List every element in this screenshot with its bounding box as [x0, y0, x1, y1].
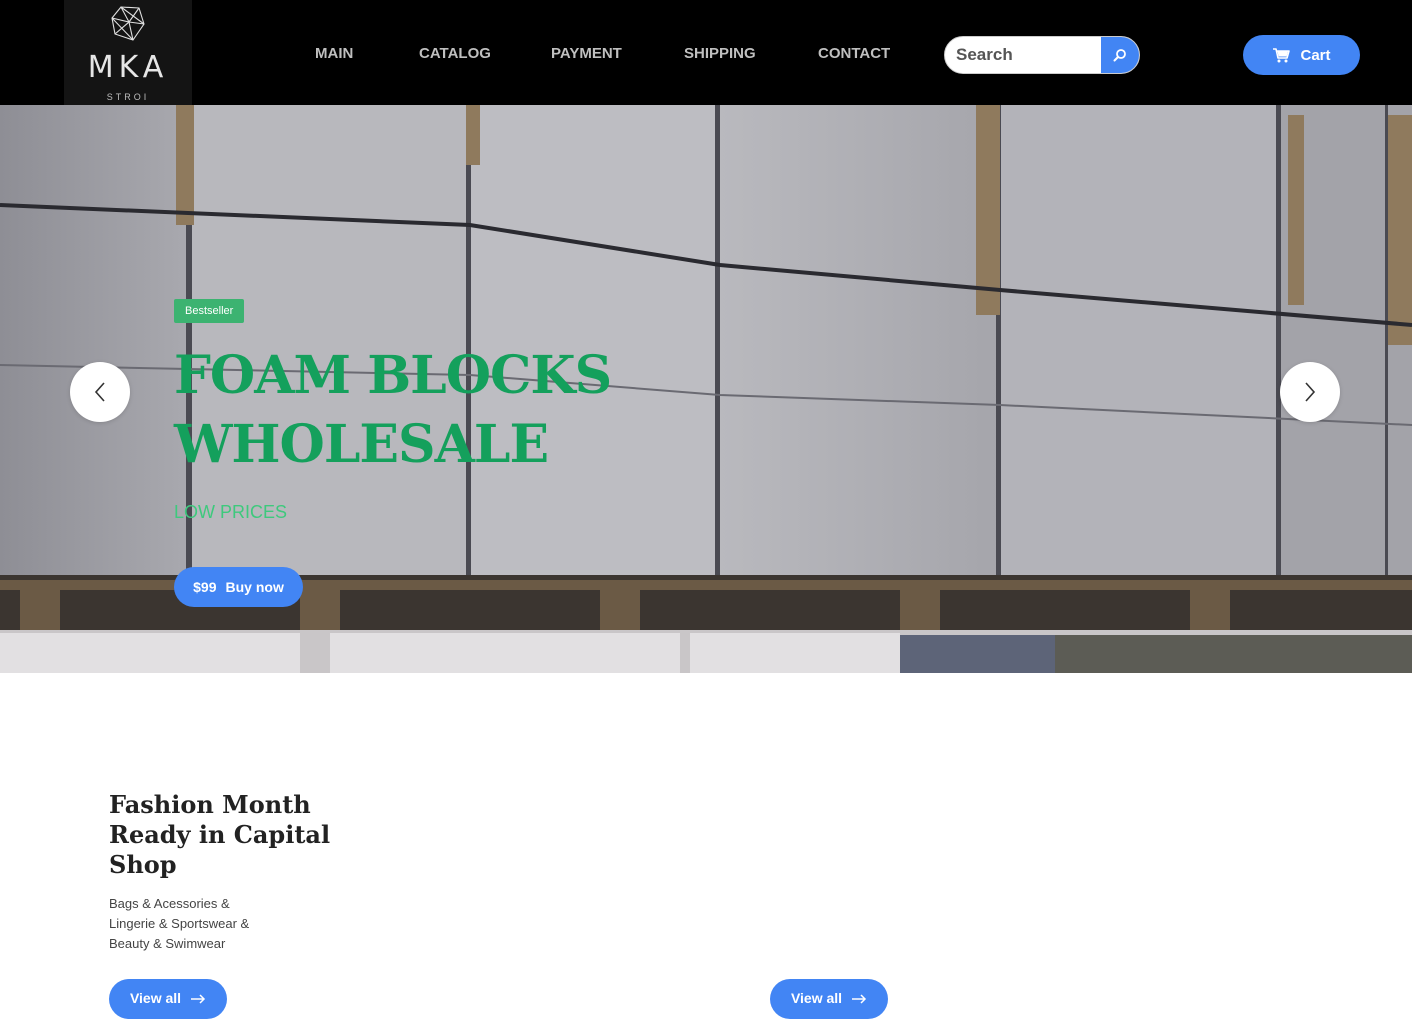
view-all-label-2: View all — [790, 990, 843, 1006]
buy-price: $99 — [193, 579, 217, 595]
chevron-right-icon — [1305, 382, 1316, 402]
view-all-button[interactable]: View all — [109, 979, 227, 1019]
nav-item-catalog[interactable]: CATALOG — [419, 44, 491, 64]
promo-categories: Bags & Acessories & Lingerie & Sportswea… — [109, 896, 250, 951]
logo[interactable]: MKA STROI — [64, 0, 192, 105]
nav-item-contact[interactable]: CONTACT — [818, 44, 890, 64]
site-header: MKA STROI MAIN CATALOG PAYMENT SHIPPING … — [0, 0, 1412, 105]
promo-title: Fashion Month Ready in Capital Shop — [109, 790, 331, 879]
hero-slider: Bestseller FOAM BLOCKS WHOLESALE LOW PRI… — [0, 105, 1412, 673]
polyhedron-icon — [111, 6, 145, 41]
slider-next-button[interactable] — [1280, 362, 1340, 422]
buy-label: Buy now — [225, 579, 284, 595]
view-all-button-2[interactable]: View all — [770, 979, 888, 1019]
nav-item-main[interactable]: MAIN — [315, 44, 353, 64]
arrow-right-icon — [852, 994, 867, 1004]
buy-now-button[interactable]: $99 Buy now — [174, 567, 303, 607]
cart-button[interactable]: Cart — [1243, 35, 1360, 75]
hero-subtitle: LOW PRICES — [174, 502, 288, 522]
view-all-label: View all — [129, 990, 182, 1006]
nav-item-payment[interactable]: PAYMENT — [551, 44, 622, 64]
cart-label: Cart — [1300, 46, 1331, 64]
nav-item-shipping[interactable]: SHIPPING — [684, 44, 756, 64]
arrow-right-icon — [191, 994, 206, 1004]
search-button[interactable] — [1101, 37, 1139, 73]
search-icon — [1113, 49, 1126, 62]
cart-icon — [1273, 48, 1291, 63]
brand-tagline: STROI — [106, 92, 150, 102]
search-input[interactable] — [945, 37, 1101, 73]
chevron-left-icon — [94, 382, 105, 402]
hero-title: FOAM BLOCKS WHOLESALE — [174, 345, 612, 475]
brand-name: MKA — [87, 50, 169, 85]
bestseller-badge: Bestseller — [174, 299, 245, 323]
slider-prev-button[interactable] — [70, 362, 130, 422]
search-box — [944, 36, 1140, 74]
